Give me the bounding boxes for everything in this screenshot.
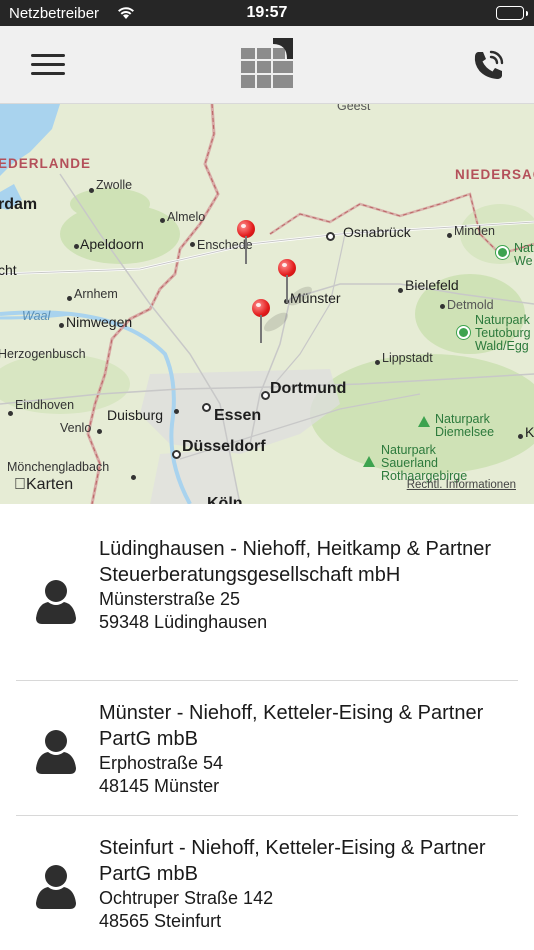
map-label-naturpark-sauerland: Naturpark Sauerland Rothaargebirge	[381, 443, 468, 483]
map-label-minden: Minden	[454, 224, 495, 238]
status-bar: Netzbetreiber 19:57	[0, 0, 534, 26]
map-label-eindhoven: Eindhoven	[15, 398, 75, 412]
city-dot	[8, 411, 13, 416]
battery-icon	[496, 6, 528, 20]
city-dot	[172, 450, 181, 459]
map-label-apeldoorn: Apeldoorn	[80, 236, 144, 252]
person-avatar-icon	[36, 728, 76, 774]
map-label-waal: Waal	[22, 309, 51, 323]
map-label-moenchengladbach: Mönchengladbach	[7, 460, 110, 474]
map-label-almelo: Almelo	[167, 210, 206, 224]
person-avatar-icon	[36, 578, 76, 624]
office-city: 59348 Lüdinghausen	[99, 612, 268, 632]
map-label-arnhem: Arnhem	[74, 287, 118, 301]
map-label-naturpark-diemelsee: Naturpark Diemelsee	[435, 412, 495, 439]
park-icon	[457, 326, 470, 339]
city-dot	[131, 475, 136, 480]
apple-logo-icon: 	[14, 476, 26, 493]
office-name: Lüdinghausen - Niehoff, Heitkamp & Partn…	[99, 538, 492, 586]
office-street: Ochtruper Straße 142	[99, 888, 274, 908]
list-divider	[16, 680, 518, 681]
list-divider	[16, 815, 518, 816]
city-dot	[190, 242, 195, 247]
list-item[interactable]: Steinfurt - Niehoff, Ketteler-Eising & P…	[0, 835, 534, 935]
map-label-duisburg: Duisburg	[107, 407, 164, 423]
city-dot	[160, 218, 165, 223]
map-pin-icon[interactable]	[236, 220, 256, 264]
map-label-detmold: Detmold	[447, 298, 494, 312]
map-label-koeln: Köln	[207, 495, 243, 504]
map-label-muenster: Münster	[290, 290, 341, 306]
map-label-bielefeld: Bielefeld	[405, 277, 459, 293]
map-label-utrecht: cht	[0, 262, 17, 278]
map-pin-icon[interactable]	[277, 259, 297, 303]
hamburger-menu-icon[interactable]	[28, 49, 68, 81]
city-dot	[74, 244, 79, 249]
map-label-kassel: K	[525, 424, 534, 440]
city-dot	[518, 434, 523, 439]
map-label-essen: Essen	[214, 407, 262, 424]
map-label-osnabrueck: Osnabrück	[343, 224, 411, 240]
map-label-amsterdam: rdam	[0, 196, 38, 213]
tree-icon	[363, 456, 375, 467]
city-dot	[398, 288, 403, 293]
city-dot	[202, 403, 211, 412]
city-dot	[447, 233, 452, 238]
map-pin-icon[interactable]	[251, 299, 271, 343]
map-label-herzogenbusch: Herzogenbusch	[0, 347, 86, 361]
city-dot	[59, 323, 64, 328]
office-street: Münsterstraße 25	[99, 589, 241, 609]
map-label-naturpark-weserbergland: Nat We	[514, 241, 534, 268]
city-dot	[375, 360, 380, 365]
office-name: Steinfurt - Niehoff, Ketteler-Eising & P…	[99, 837, 486, 885]
office-city: 48145 Münster	[99, 776, 220, 796]
office-street: Erphostraße 54	[99, 753, 224, 773]
city-dot	[261, 391, 270, 400]
map-label-niedersachsen: NIEDERSAC	[455, 167, 534, 182]
park-icon	[496, 246, 509, 259]
legal-info-link[interactable]: Rechtl. Informationen	[407, 479, 516, 491]
grid-logo-icon	[240, 38, 294, 90]
city-dot	[97, 429, 102, 434]
tree-icon	[418, 416, 430, 427]
person-avatar-icon	[36, 863, 76, 909]
city-dot	[67, 296, 72, 301]
map-label-duesseldorf: Düsseldorf	[182, 438, 266, 455]
map-label-dortmund: Dortmund	[270, 380, 347, 397]
city-dot	[174, 409, 179, 414]
map-label-zwolle: Zwolle	[96, 178, 133, 192]
map-label-nimwegen: Nimwegen	[66, 314, 133, 330]
map-label-venlo: Venlo	[60, 421, 92, 435]
phone-call-icon[interactable]	[470, 46, 508, 84]
list-item[interactable]: Lüdinghausen - Niehoff, Heitkamp & Partn…	[0, 536, 534, 662]
city-dot	[440, 304, 445, 309]
navigation-bar	[0, 26, 534, 104]
map-label-naturpark-teutoburg: Naturpark Teutoburg Wald/Egg	[475, 313, 531, 353]
maps-attribution: Karten	[14, 476, 73, 493]
office-list: Lüdinghausen - Niehoff, Heitkamp & Partn…	[0, 504, 534, 950]
city-dot	[326, 232, 335, 241]
map-view[interactable]: Geest EDERLANDE NIEDERSAC Zwolle rdam Al…	[0, 104, 534, 504]
map-label-nederlande: EDERLANDE	[0, 156, 92, 171]
clock: 19:57	[246, 4, 288, 21]
map-label-lippstadt: Lippstadt	[382, 351, 433, 365]
list-item[interactable]: Münster - Niehoff, Ketteler-Eising & Par…	[0, 700, 534, 800]
office-city: 48565 Steinfurt	[99, 911, 222, 931]
map-label-geest: Geest	[337, 104, 371, 113]
city-dot	[89, 188, 94, 193]
office-name: Münster - Niehoff, Ketteler-Eising & Par…	[99, 702, 484, 750]
